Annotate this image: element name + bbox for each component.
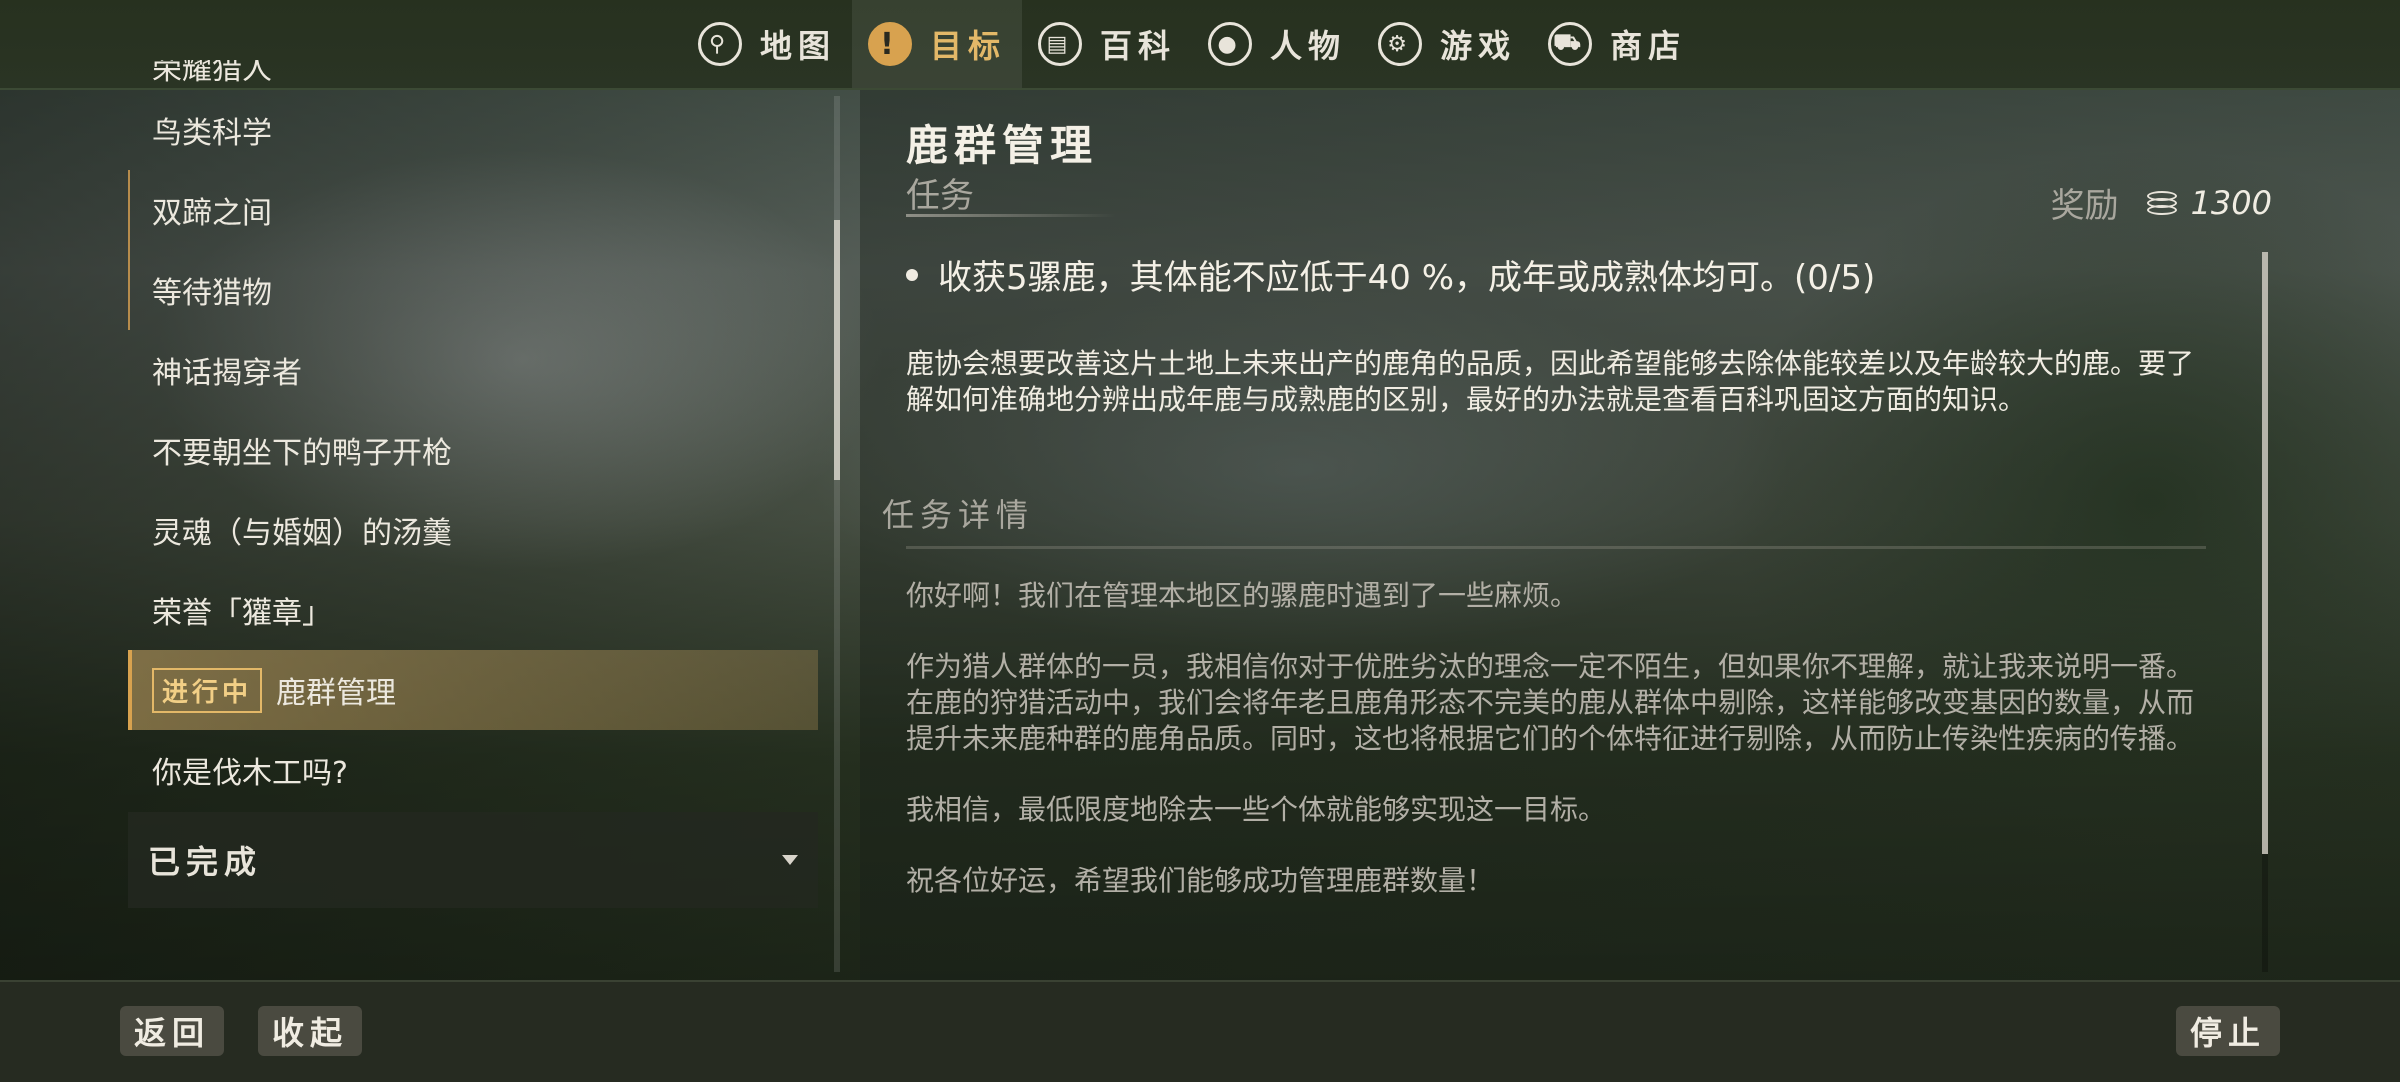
exclamation-icon: ! [868, 22, 913, 66]
section-title: 任务详情 [882, 496, 1035, 534]
detail-scrollbar-thumb[interactable] [2262, 252, 2268, 854]
objective-text: 收获5骡鹿，其体能不应低于40 %，成年或成熟体均可。(0/5) [938, 258, 1876, 298]
letter-paragraph: 你好啊！我们在管理本地区的骡鹿时遇到了一些麻烦。 [906, 579, 1579, 612]
list-item[interactable]: 等待猎物 [128, 250, 818, 330]
letter-paragraph: 作为猎人群体的一员，我相信你对于优胜劣汰的理念一定不陌生，但如果你不理解，就让我… [906, 650, 2195, 755]
main-nav: ⚲ 地图 ! 目标 ▤ 百科 ● 人物 ⚙ 游戏 ⛟ 商店 [682, 0, 1702, 88]
list-scrollbar-thumb[interactable] [834, 220, 840, 480]
tab-characters[interactable]: ● 人物 [1192, 0, 1362, 88]
list-item-label: 双蹄之间 [152, 196, 272, 231]
back-button[interactable]: 返回 [120, 1006, 225, 1056]
list-item-label: 不要朝坐下的鸭子开枪 [152, 436, 452, 471]
list-item-label: 你是伐木工吗? [152, 756, 348, 791]
list-item[interactable]: 你是伐木工吗? [128, 730, 818, 810]
list-item-label: 神话揭穿者 [152, 356, 302, 391]
tab-encyclopedia-label: 百科 [1100, 27, 1177, 65]
list-item[interactable]: 鸟类科学 [128, 90, 818, 170]
gear-icon: ⚙ [1378, 22, 1423, 66]
list-item[interactable]: 不要朝坐下的鸭子开枪 [128, 410, 818, 490]
tab-objectives-label: 目标 [930, 27, 1007, 65]
list-item-label: 鹿群管理 [276, 676, 397, 711]
tab-game[interactable]: ⚙ 游戏 [1362, 0, 1532, 88]
in-progress-badge: 进行中 [152, 667, 263, 713]
list-item[interactable]: 神话揭穿者 [128, 330, 818, 410]
reward-value: 1300 [2190, 183, 2272, 222]
list-item[interactable]: 双蹄之间 [128, 170, 818, 250]
tab-store-label: 商店 [1610, 27, 1687, 65]
tab-game-label: 游戏 [1440, 27, 1517, 65]
tab-encyclopedia[interactable]: ▤ 百科 [1022, 0, 1192, 88]
stop-button[interactable]: 停止 [2175, 1006, 2280, 1056]
list-item-label: 灵魂（与婚姻）的汤羹 [152, 516, 452, 551]
book-icon: ▤ [1038, 22, 1083, 66]
mission-subtitle: 任务 [906, 176, 974, 216]
letter-paragraph: 祝各位好运，希望我们能够成功管理鹿群数量！ [906, 864, 1495, 897]
list-item-selected[interactable]: 进行中 鹿群管理 [128, 650, 818, 730]
list-item[interactable]: 荣耀猎人 [128, 60, 818, 90]
person-icon: ● [1208, 22, 1253, 66]
bullet-icon [906, 268, 918, 281]
coin-icon [2146, 190, 2181, 215]
completed-section-header[interactable]: 已完成 [128, 812, 818, 908]
mission-list: 荣耀猎人 鸟类科学 双蹄之间 等待猎物 神话揭穿者 不要朝坐下的鸭子开枪 灵魂（… [128, 60, 818, 975]
mission-title: 鹿群管理 [906, 121, 1099, 170]
list-item[interactable]: 灵魂（与婚姻）的汤羹 [128, 490, 818, 570]
letter-paragraph: 我相信，最低限度地除去一些个体就能够实现这一目标。 [906, 793, 1607, 826]
list-item[interactable]: 荣誉「獾章」 [128, 570, 818, 650]
list-item-label: 荣耀猎人 [152, 60, 272, 87]
section-divider [906, 546, 2206, 549]
mission-letter: 你好啊！我们在管理本地区的骡鹿时遇到了一些麻烦。 作为猎人群体的一员，我相信你对… [906, 578, 2216, 968]
mission-description: 鹿协会想要改善这片土地上未来出产的鹿角的品质，因此希望能够去除体能较差以及年龄较… [906, 347, 2195, 416]
cart-icon: ⛟ [1548, 22, 1593, 66]
list-item-label: 等待猎物 [152, 276, 272, 311]
reward-label: 奖励 [2050, 186, 2119, 226]
reward-info: 奖励 1300 [2051, 178, 2272, 227]
collapse-button[interactable]: 收起 [258, 1006, 363, 1056]
completed-section-label: 已完成 [148, 843, 263, 881]
list-item-label: 荣誉「獾章」 [152, 596, 332, 631]
subtitle-underline [906, 214, 1116, 217]
objective-item: 收获5骡鹿，其体能不应低于40 %，成年或成熟体均可。(0/5) [906, 250, 1875, 299]
tab-store[interactable]: ⛟ 商店 [1532, 0, 1702, 88]
chevron-down-icon [782, 855, 798, 865]
list-item-label: 鸟类科学 [152, 116, 272, 151]
tab-objectives[interactable]: ! 目标 [852, 0, 1023, 88]
tab-characters-label: 人物 [1270, 27, 1347, 65]
